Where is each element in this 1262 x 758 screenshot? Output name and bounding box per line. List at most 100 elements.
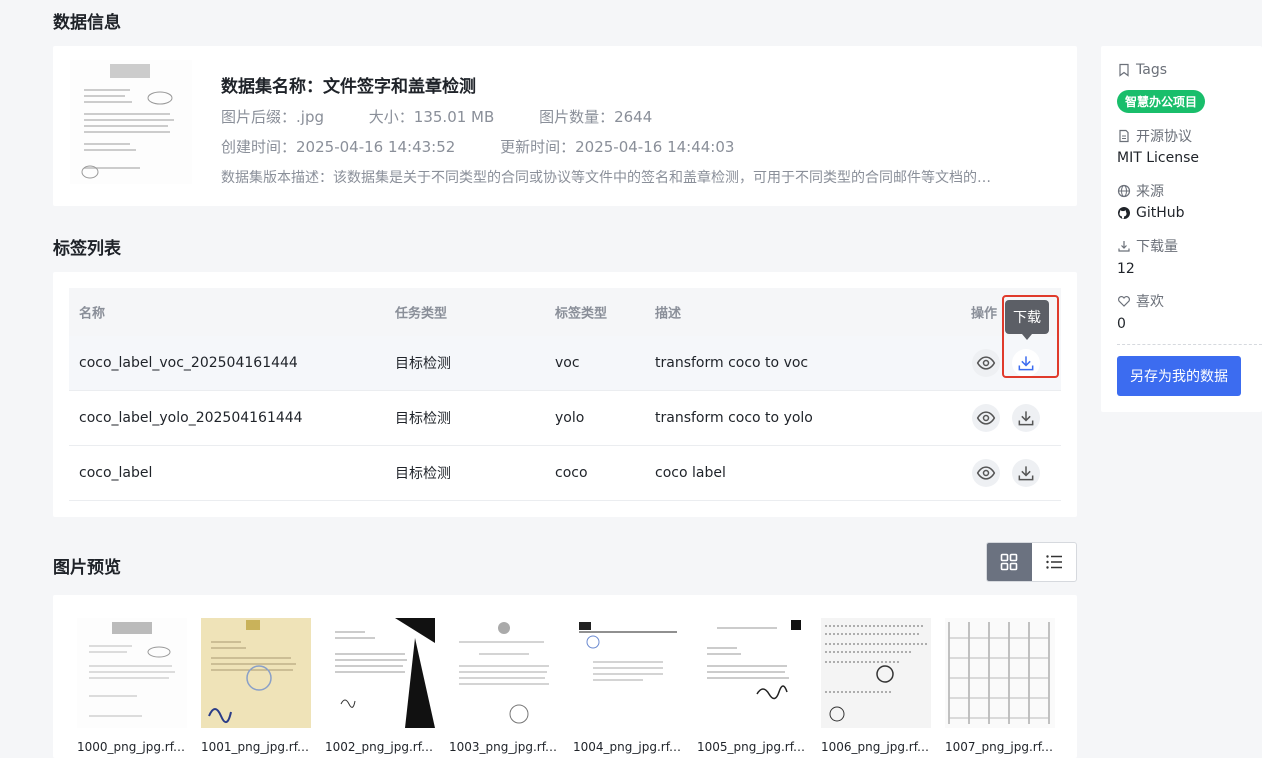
section-title-info: 数据信息 [53, 13, 121, 33]
row-task-type: 目标检测 [395, 466, 451, 482]
list-view-button[interactable] [1032, 543, 1077, 581]
table-header: 名称 任务类型 标签类型 描述 操作 [69, 288, 1061, 336]
row-label-type: yolo [555, 410, 585, 426]
created-label: 创建时间： [221, 138, 297, 156]
tag-badge[interactable]: 智慧办公项目 [1117, 90, 1206, 113]
download-icon [1018, 356, 1034, 371]
likes-label-text: 喜欢 [1136, 294, 1164, 310]
preview-caption: 1007_png_jpg.rf.8a4f2c.jpg [945, 740, 1055, 754]
label-list-card: 名称 任务类型 标签类型 描述 操作 coco_label_voc_202504… [53, 272, 1077, 517]
source-label-text: 来源 [1136, 184, 1164, 200]
view-button[interactable] [972, 404, 1000, 432]
table-row: coco_label_yolo_202504161444 目标检测 yolo t… [69, 391, 1061, 446]
preview-thumbnail[interactable] [325, 618, 435, 728]
label-table: 名称 任务类型 标签类型 描述 操作 coco_label_voc_202504… [69, 288, 1061, 501]
download-tooltip: 下载 [1005, 300, 1049, 340]
preview-item[interactable]: 1006_png_jpg.rf.3e9d17.jpg [821, 618, 931, 754]
preview-thumbnail[interactable] [945, 618, 1055, 728]
dataset-meta-row-2: 创建时间：2025-04-16 14:43:52 更新时间：2025-04-16… [221, 136, 774, 157]
download-icon [1018, 411, 1034, 426]
row-description: transform coco to voc [655, 355, 809, 371]
download-icon [1018, 466, 1034, 481]
tags-label: Tags [1117, 62, 1167, 78]
license-label: 开源协议 [1117, 126, 1192, 146]
row-label-type: coco [555, 465, 588, 481]
preview-caption: 1001_png_jpg.rf.9c1e7d.jpg [201, 740, 311, 754]
preview-item[interactable]: 1004_png_jpg.rf.b16e42.jpg [573, 618, 683, 754]
download-button[interactable] [1012, 459, 1040, 487]
created-value: 2025-04-16 14:43:52 [296, 138, 456, 156]
dataset-meta-row-1: 图片后缀：.jpg 大小：135.01 MB 图片数量：2644 [221, 106, 692, 127]
preview-item[interactable]: 1002_png_jpg.rf.2f8a61.jpg [325, 618, 435, 754]
view-button[interactable] [972, 349, 1000, 377]
download-button[interactable] [1012, 404, 1040, 432]
downloads-label: 下载量 [1117, 236, 1178, 256]
preview-thumbnail[interactable] [449, 618, 559, 728]
preview-item[interactable]: 1005_png_jpg.rf.f5c0a8.jpg [697, 618, 807, 754]
globe-icon [1117, 184, 1131, 198]
row-description: transform coco to yolo [655, 410, 813, 426]
size-value: 135.01 MB [413, 108, 495, 126]
preview-item[interactable]: 1003_png_jpg.rf.7d3b95.jpg [449, 618, 559, 754]
grid-view-button[interactable] [987, 543, 1032, 581]
preview-thumbnail[interactable] [201, 618, 311, 728]
license-label-text: 开源协议 [1136, 129, 1192, 145]
preview-caption: 1003_png_jpg.rf.7d3b95.jpg [449, 740, 559, 754]
row-name: coco_label_voc_202504161444 [79, 355, 298, 371]
suffix-label: 图片后缀： [221, 108, 297, 126]
source-label: 来源 [1117, 181, 1164, 201]
image-preview-card: 1000_png_jpg.rf.4a7b2c.jpg 1001_png_jpg.… [53, 595, 1077, 758]
preview-thumbnail[interactable] [821, 618, 931, 728]
likes-label: 喜欢 [1117, 291, 1164, 311]
preview-thumbnail[interactable] [573, 618, 683, 728]
section-title-labels: 标签列表 [53, 239, 121, 259]
document-icon [1119, 129, 1129, 143]
license-value: MIT License [1117, 150, 1199, 166]
row-description: coco label [655, 465, 726, 481]
save-as-my-data-button[interactable]: 另存为我的数据 [1117, 356, 1241, 396]
dataset-name: 数据集名称：文件签字和盖章检测 [221, 77, 476, 97]
view-toggle [986, 542, 1077, 582]
preview-caption: 1006_png_jpg.rf.3e9d17.jpg [821, 740, 931, 754]
count-label: 图片数量： [539, 108, 615, 126]
eye-icon [976, 356, 996, 370]
row-label-type: voc [555, 355, 580, 371]
preview-caption: 1005_png_jpg.rf.f5c0a8.jpg [697, 740, 807, 754]
row-task-type: 目标检测 [395, 411, 451, 427]
preview-item[interactable]: 1000_png_jpg.rf.4a7b2c.jpg [77, 618, 187, 754]
preview-thumbnail[interactable] [697, 618, 807, 728]
preview-item[interactable]: 1001_png_jpg.rf.9c1e7d.jpg [201, 618, 311, 754]
downloads-value: 12 [1117, 261, 1135, 277]
dataset-cover-image [70, 60, 192, 184]
list-icon [1046, 555, 1062, 569]
github-icon [1118, 207, 1130, 219]
likes-value: 0 [1117, 316, 1126, 332]
count-value: 2644 [614, 108, 653, 126]
preview-thumbnail[interactable] [77, 618, 187, 728]
row-name: coco_label_yolo_202504161444 [79, 410, 303, 426]
row-name: coco_label [79, 465, 153, 481]
tags-label-text: Tags [1136, 62, 1167, 78]
eye-icon [976, 411, 996, 425]
table-row: coco_label 目标检测 coco coco label [69, 446, 1061, 501]
dataset-description: 数据集版本描述：该数据集是关于不同类型的合同或协议等文件中的签名和盖章检测，可用… [221, 170, 1001, 186]
updated-value: 2025-04-16 14:44:03 [575, 138, 735, 156]
bookmark-icon [1119, 63, 1129, 77]
preview-item[interactable]: 1007_png_jpg.rf.8a4f2c.jpg [945, 618, 1055, 754]
preview-caption: 1004_png_jpg.rf.b16e42.jpg [573, 740, 683, 754]
divider [1117, 344, 1262, 345]
preview-caption: 1000_png_jpg.rf.4a7b2c.jpg [77, 740, 187, 754]
header-description: 描述 [655, 306, 682, 322]
downloads-label-text: 下载量 [1136, 239, 1178, 255]
section-title-preview: 图片预览 [53, 558, 121, 578]
row-task-type: 目标检测 [395, 356, 451, 372]
suffix-value: .jpg [296, 108, 324, 126]
table-row: coco_label_voc_202504161444 目标检测 voc tra… [69, 336, 1061, 391]
size-label: 大小： [368, 108, 414, 126]
updated-label: 更新时间： [500, 138, 576, 156]
download-button[interactable] [1012, 349, 1040, 377]
source-value[interactable]: GitHub [1117, 205, 1185, 221]
dataset-sidebar: Tags 智慧办公项目 开源协议 MIT License 来源 GitHub 下… [1101, 46, 1262, 412]
view-button[interactable] [972, 459, 1000, 487]
header-task-type: 任务类型 [395, 306, 448, 322]
